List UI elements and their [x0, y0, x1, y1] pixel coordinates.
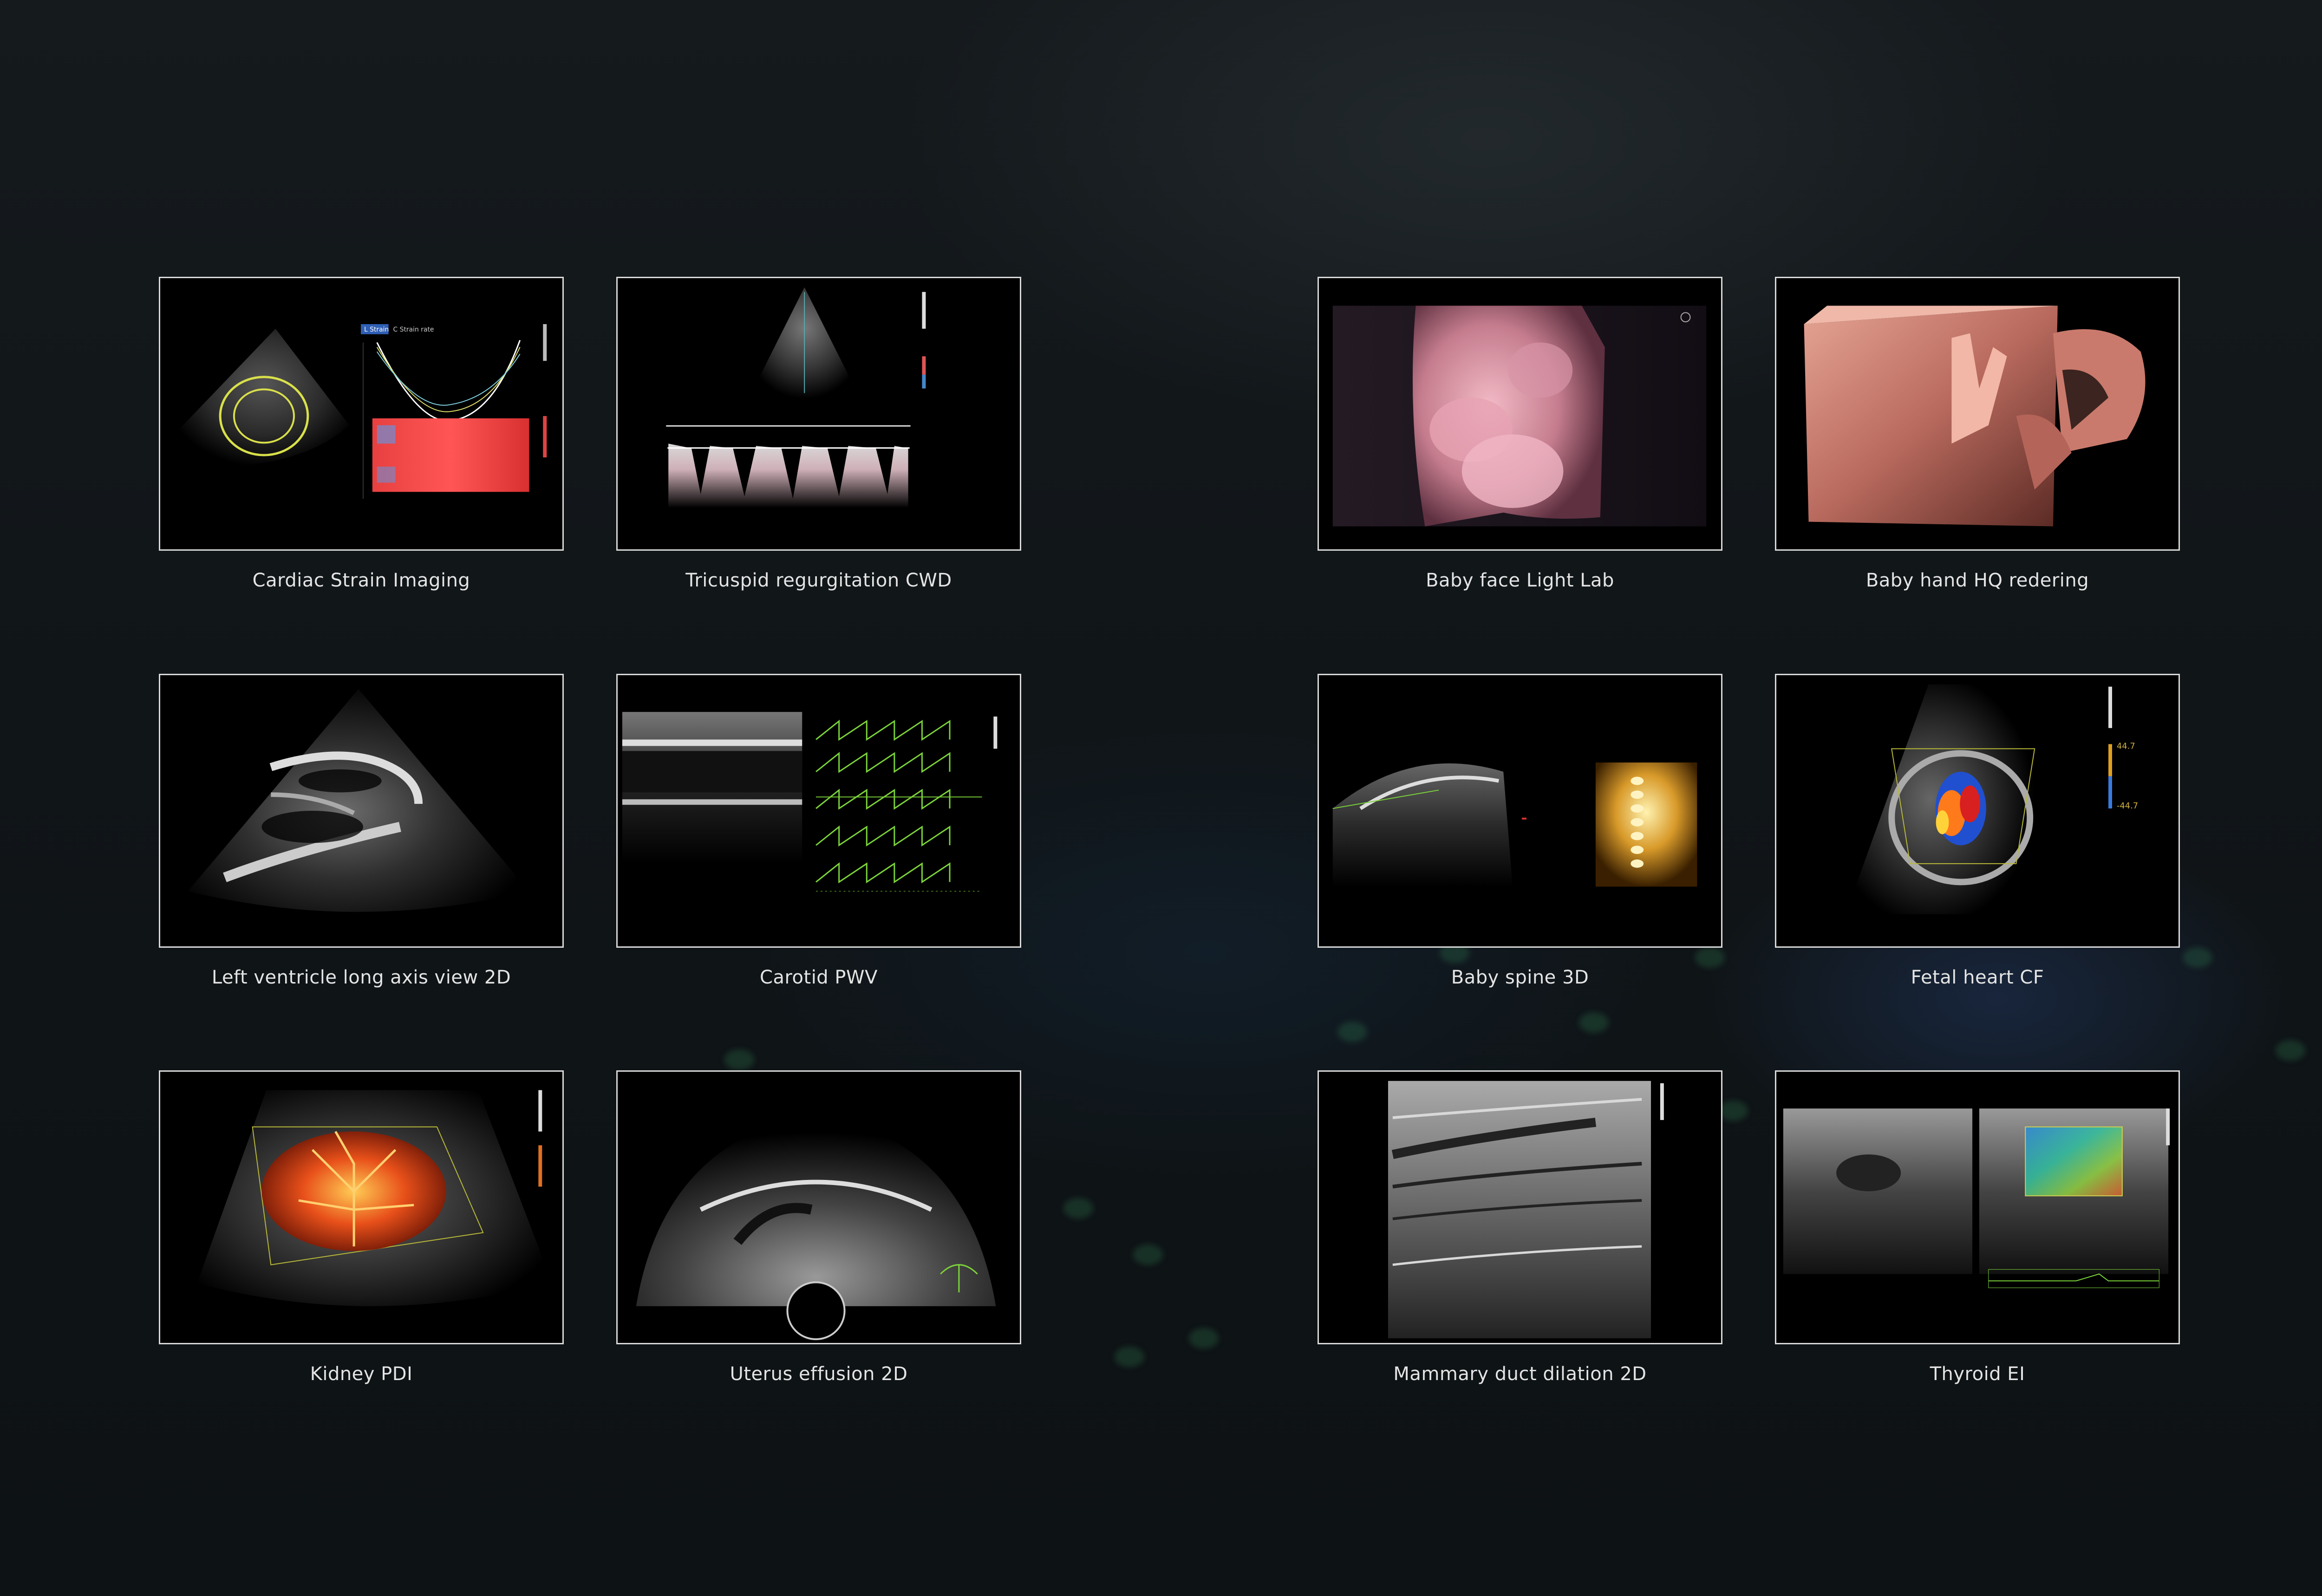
- caption-baby-hand: Baby hand HQ redering: [1865, 570, 2089, 591]
- panel-kidney-pdi[interactable]: [159, 1070, 564, 1344]
- background-glow-icon: [1133, 1244, 1163, 1265]
- scale-label-top: 44.7: [2117, 741, 2135, 751]
- background-glow-icon: [724, 1049, 754, 1070]
- caption-lv-long-axis: Left ventricle long axis view 2D: [211, 967, 511, 988]
- panel-carotid-pwv[interactable]: [616, 674, 1021, 948]
- kidney-pdi-image: [160, 1072, 562, 1343]
- caption-carotid-pwv: Carotid PWV: [760, 967, 878, 988]
- caption-kidney-pdi: Kidney PDI: [310, 1363, 413, 1385]
- fetal-heart-image: 44.7 -44.7: [1776, 675, 2179, 946]
- panel-uterus-effusion[interactable]: [616, 1070, 1021, 1344]
- panel-thyroid-ei[interactable]: [1775, 1070, 2180, 1344]
- background-glow-icon: [1579, 1012, 1609, 1033]
- caption-thyroid-ei: Thyroid EI: [1930, 1363, 2025, 1385]
- panel-cardiac-strain[interactable]: L Strain C Strain rate: [159, 277, 564, 551]
- lv-long-axis-image: [160, 675, 562, 946]
- scale-label-bottom: -44.7: [2117, 801, 2138, 811]
- panel-lv-long-axis[interactable]: [159, 674, 564, 948]
- baby-hand-image: [1776, 278, 2179, 549]
- background-glow-icon: [1695, 947, 1725, 968]
- background-glow-icon: [1337, 1022, 1367, 1042]
- caption-baby-spine: Baby spine 3D: [1451, 967, 1589, 988]
- background-glow-icon: [1063, 1198, 1093, 1218]
- background-glow-icon: [1115, 1347, 1144, 1367]
- caption-fetal-heart: Fetal heart CF: [1911, 967, 2044, 988]
- baby-face-image: [1319, 278, 1721, 549]
- panel-baby-hand[interactable]: [1775, 277, 2180, 551]
- tricuspid-cwd-image: [618, 278, 1020, 549]
- tab-l-strain: L Strain: [364, 326, 389, 333]
- mammary-duct-image: [1319, 1072, 1721, 1343]
- panel-tricuspid-cwd[interactable]: [616, 277, 1021, 551]
- panel-baby-face[interactable]: [1318, 277, 1722, 551]
- page-background: L Strain C Strain rate Cardiac Strain Im…: [0, 0, 2322, 1596]
- baby-spine-image: [1319, 675, 1721, 946]
- background-glow-icon: [1189, 1328, 1219, 1348]
- caption-tricuspid-cwd: Tricuspid regurgitation CWD: [685, 570, 952, 591]
- caption-cardiac-strain: Cardiac Strain Imaging: [252, 570, 470, 591]
- caption-uterus-effusion: Uterus effusion 2D: [730, 1363, 908, 1385]
- panel-baby-spine[interactable]: [1318, 674, 1722, 948]
- background-glow-icon: [2183, 947, 2212, 968]
- panel-mammary-duct[interactable]: [1318, 1070, 1722, 1344]
- thyroid-ei-image: [1776, 1072, 2179, 1343]
- panel-fetal-heart[interactable]: 44.7 -44.7: [1775, 674, 2180, 948]
- background-glow-icon: [2276, 1040, 2305, 1061]
- tab-c-strain-rate: C Strain rate: [393, 326, 434, 333]
- caption-baby-face: Baby face Light Lab: [1426, 570, 1614, 591]
- background-glow-icon: [1718, 1101, 1748, 1121]
- carotid-pwv-image: [618, 675, 1020, 946]
- cardiac-strain-image: L Strain C Strain rate: [160, 278, 562, 549]
- caption-mammary-duct: Mammary duct dilation 2D: [1393, 1363, 1647, 1385]
- uterus-effusion-image: [618, 1072, 1020, 1343]
